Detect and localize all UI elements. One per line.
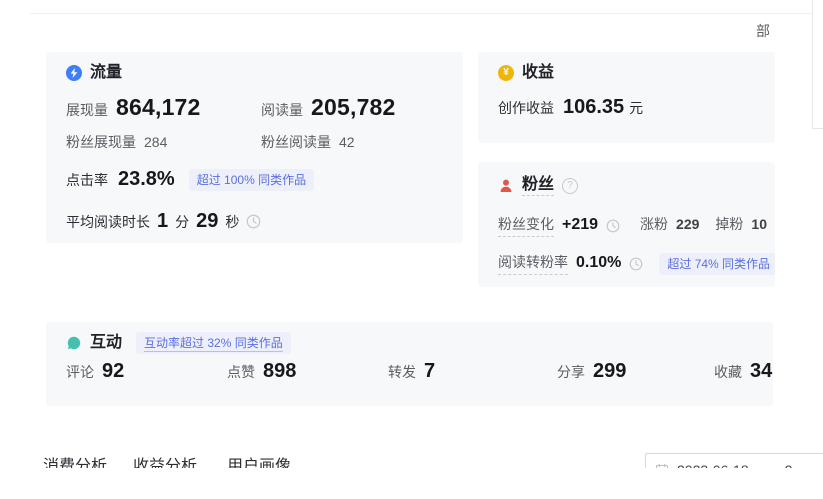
interaction-card: 互动 互动率超过 32% 同类作品 评论 92 点赞 898 转发 7 分享 2… bbox=[46, 322, 773, 406]
read-time-seconds-unit: 秒 bbox=[225, 212, 239, 232]
chat-bubble-icon bbox=[66, 335, 82, 351]
ctr-label: 点击率 bbox=[66, 170, 108, 190]
popup-edge bbox=[812, 0, 823, 129]
interaction-card-title: 互动 bbox=[90, 334, 122, 352]
favorites-value: 34 bbox=[750, 360, 772, 383]
fans-card-title: 粉丝 bbox=[522, 176, 554, 196]
reads-value: 205,782 bbox=[311, 94, 396, 121]
bottom-clip-overlay bbox=[0, 468, 823, 499]
analytics-panel: 部 流量 展现量 864,172 阅读量 205,782 粉丝展现量 284 粉… bbox=[0, 0, 823, 499]
traffic-card: 流量 展现量 864,172 阅读量 205,782 粉丝展现量 284 粉丝阅… bbox=[46, 52, 463, 243]
likes-label: 点赞 bbox=[227, 362, 255, 382]
fan-change-label: 粉丝变化 bbox=[498, 214, 554, 237]
top-divider bbox=[30, 13, 823, 14]
partial-top-right-text: 部 bbox=[756, 21, 770, 41]
conversion-benchmark-badge: 超过 74% 同类作品 bbox=[659, 253, 775, 275]
read-time-minutes-unit: 分 bbox=[175, 212, 189, 232]
fan-gain-label: 涨粉 bbox=[640, 214, 668, 234]
revenue-card-title: 收益 bbox=[522, 64, 554, 82]
read-time-minutes: 1 bbox=[157, 210, 168, 233]
creation-revenue-value: 106.35 bbox=[563, 96, 624, 119]
clock-icon[interactable] bbox=[629, 257, 643, 271]
comments-value: 92 bbox=[102, 360, 124, 383]
fan-reads-label: 粉丝阅读量 bbox=[261, 132, 331, 152]
revenue-card: ¥ 收益 创作收益 106.35 元 bbox=[478, 52, 775, 143]
shares-label: 分享 bbox=[557, 362, 585, 382]
fan-gain-value: 229 bbox=[676, 216, 699, 232]
read-time-seconds: 29 bbox=[196, 210, 218, 233]
ctr-value: 23.8% bbox=[118, 168, 175, 191]
impressions-value: 864,172 bbox=[116, 94, 201, 121]
reposts-label: 转发 bbox=[388, 362, 416, 382]
read-to-fan-rate-value: 0.10% bbox=[576, 254, 621, 272]
clock-icon[interactable] bbox=[606, 219, 620, 233]
fan-loss-label: 掉粉 bbox=[715, 214, 743, 234]
shares-value: 299 bbox=[593, 360, 626, 383]
creation-revenue-label: 创作收益 bbox=[498, 98, 554, 118]
read-time-label: 平均阅读时长 bbox=[66, 212, 150, 232]
reposts-value: 7 bbox=[424, 360, 435, 383]
fan-impressions-label: 粉丝展现量 bbox=[66, 132, 136, 152]
coin-icon: ¥ bbox=[498, 65, 514, 81]
fan-loss-value: 10 bbox=[751, 216, 767, 232]
ctr-benchmark-badge: 超过 100% 同类作品 bbox=[189, 169, 314, 191]
fan-impressions-value: 284 bbox=[144, 134, 167, 150]
fans-card: 粉丝 ? 粉丝变化 +219 涨粉 229 掉粉 10 阅读转粉率 0.10% … bbox=[478, 162, 775, 287]
favorites-label: 收藏 bbox=[714, 362, 742, 382]
interaction-rate-badge: 互动率超过 32% 同类作品 bbox=[136, 332, 291, 354]
fan-reads-value: 42 bbox=[339, 134, 355, 150]
reads-label: 阅读量 bbox=[261, 100, 303, 120]
likes-value: 898 bbox=[263, 360, 296, 383]
lightning-icon bbox=[66, 65, 82, 81]
read-to-fan-rate-label: 阅读转粉率 bbox=[498, 252, 568, 275]
fan-change-value: +219 bbox=[562, 216, 598, 234]
comments-label: 评论 bbox=[66, 362, 94, 382]
clock-icon[interactable] bbox=[246, 214, 261, 229]
traffic-card-title: 流量 bbox=[90, 64, 122, 82]
impressions-label: 展现量 bbox=[66, 100, 108, 120]
creation-revenue-unit: 元 bbox=[629, 98, 643, 118]
person-icon bbox=[498, 178, 514, 194]
help-icon[interactable]: ? bbox=[562, 178, 578, 194]
